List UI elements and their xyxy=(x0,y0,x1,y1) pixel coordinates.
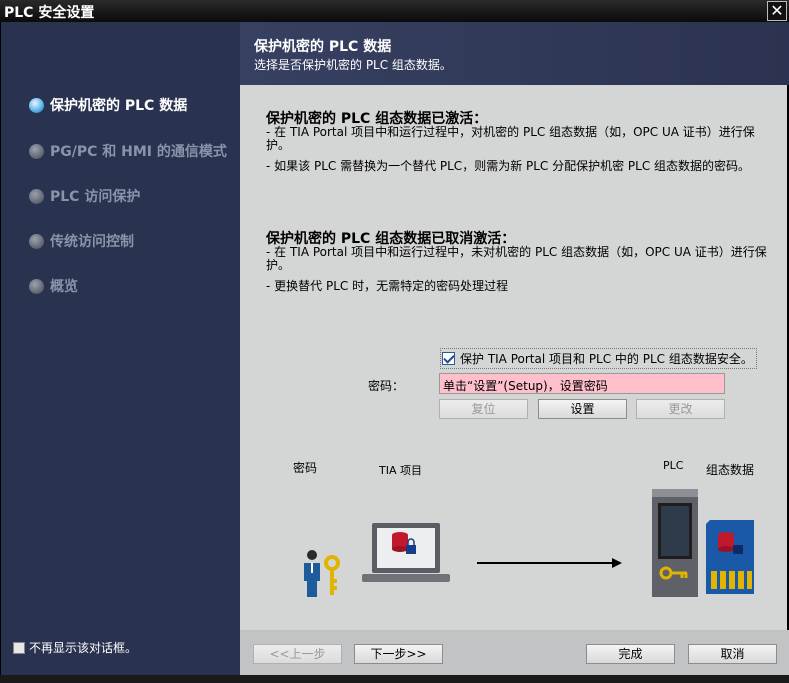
sidebar-step-label: PLC 访问保护 xyxy=(50,189,141,205)
config-data-card-icon xyxy=(706,520,754,594)
password-label: 密码： xyxy=(368,379,405,393)
back-button[interactable]: <<上一步 xyxy=(253,644,342,664)
sidebar-step-overview[interactable]: 概览 xyxy=(29,275,78,297)
sidebar-step-protect-data[interactable]: 保护机密的 PLC 数据 xyxy=(29,94,187,116)
key-icon xyxy=(324,555,340,595)
protect-data-checkbox[interactable] xyxy=(442,352,455,365)
protect-data-label: 保护 TIA Portal 项目和 PLC 中的 PLC 组态数据安全。 xyxy=(460,352,753,366)
step-active-bullet-icon xyxy=(29,97,44,113)
sidebar: 保护机密的 PLC 数据 PG/PC 和 HMI 的通信模式 PLC 访问保护 … xyxy=(0,22,240,675)
step-bullet-icon xyxy=(29,278,44,294)
page-title: 保护机密的 PLC 数据 xyxy=(254,39,392,55)
window-title: PLC 安全设置 xyxy=(4,5,95,21)
dont-show-checkbox[interactable] xyxy=(13,641,25,654)
laptop-icon xyxy=(362,523,450,582)
title-bar: PLC 安全设置 ✕ xyxy=(0,0,789,22)
activated-text-2: - 如果该 PLC 需替换为一个替代 PLC，则需为新 PLC 分配保护机密 P… xyxy=(266,159,751,173)
sidebar-step-label: 概览 xyxy=(50,279,78,295)
step-bullet-icon xyxy=(29,233,44,249)
setup-button[interactable]: 设置 xyxy=(538,399,627,419)
page-subtitle: 选择是否保护机密的 PLC 组态数据。 xyxy=(254,58,452,72)
sidebar-step-label: 传统访问控制 xyxy=(50,234,134,250)
reset-button[interactable]: 复位 xyxy=(439,399,528,419)
sidebar-step-label: 保护机密的 PLC 数据 xyxy=(50,98,188,114)
diagram-plc-label: PLC xyxy=(663,459,684,472)
sidebar-step-comm-mode[interactable]: PG/PC 和 HMI 的通信模式 xyxy=(29,140,227,162)
dont-show-label: 不再显示该对话框。 xyxy=(29,641,138,655)
wizard-footer: <<上一步 下一步>> 完成 取消 xyxy=(240,630,789,675)
bottom-edge xyxy=(0,675,789,683)
dont-show-again[interactable]: 不再显示该对话框。 xyxy=(13,639,137,656)
sidebar-step-access-protection[interactable]: PLC 访问保护 xyxy=(29,185,140,207)
step-bullet-icon xyxy=(29,143,44,159)
arrow-right-icon xyxy=(477,558,622,568)
finish-button[interactable]: 完成 xyxy=(586,644,675,664)
protect-data-option[interactable]: 保护 TIA Portal 项目和 PLC 中的 PLC 组态数据安全。 xyxy=(440,348,757,369)
sidebar-step-legacy-access[interactable]: 传统访问控制 xyxy=(29,230,134,252)
deactivated-text-2: - 更换替代 PLC 时，无需特定的密码处理过程 xyxy=(266,279,509,293)
protection-diagram xyxy=(304,489,754,597)
user-icon xyxy=(304,550,320,597)
cancel-button[interactable]: 取消 xyxy=(688,644,777,664)
sidebar-step-label: PG/PC 和 HMI 的通信模式 xyxy=(50,144,227,160)
diagram-password-label: 密码 xyxy=(293,461,318,475)
step-bullet-icon xyxy=(29,188,44,204)
password-field[interactable]: 单击“设置”(Setup)，设置密码 xyxy=(439,373,725,394)
change-button[interactable]: 更改 xyxy=(636,399,725,419)
page-header: 保护机密的 PLC 数据 选择是否保护机密的 PLC 组态数据。 xyxy=(240,22,789,85)
close-icon[interactable]: ✕ xyxy=(767,1,787,21)
activated-text-1: - 在 TIA Portal 项目中和运行过程中，对机密的 PLC 组态数据（如… xyxy=(266,125,755,152)
plc-device-icon xyxy=(652,489,698,597)
content-panel: 保护机密的 PLC 组态数据已激活： - 在 TIA Portal 项目中和运行… xyxy=(240,85,787,630)
deactivated-text-1: - 在 TIA Portal 项目中和运行过程中，未对机密的 PLC 组态数据（… xyxy=(266,245,767,272)
next-button[interactable]: 下一步>> xyxy=(354,644,443,664)
